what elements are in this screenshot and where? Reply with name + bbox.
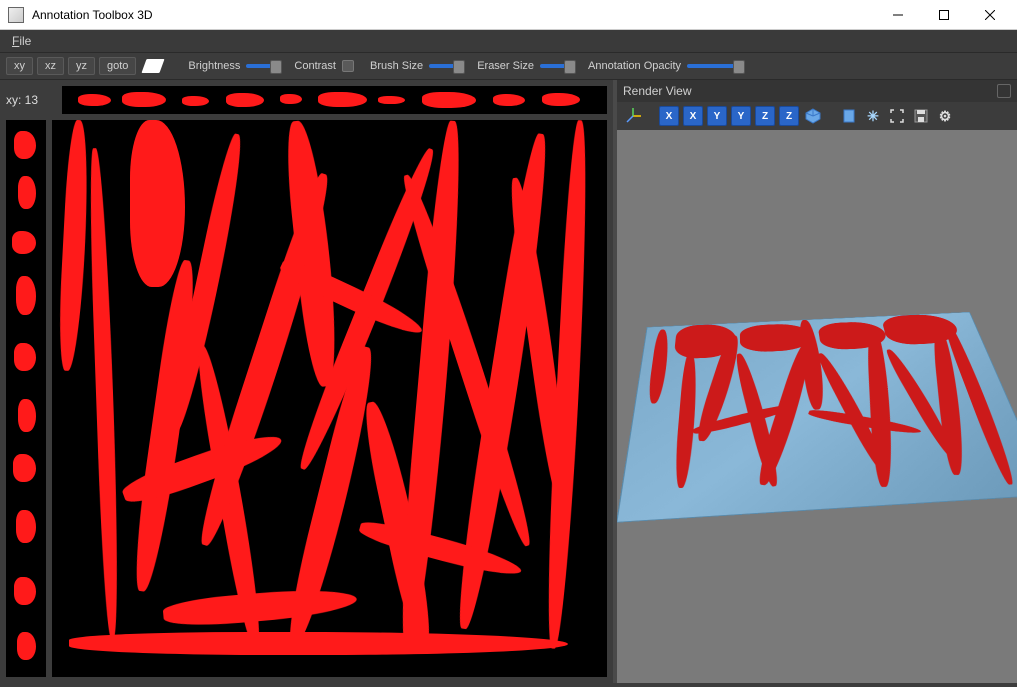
annotation-opacity-label: Annotation Opacity [588,60,681,72]
snowflake-icon[interactable]: ✳ [863,106,883,126]
fullscreen-button[interactable] [887,106,907,126]
xy-slice-view[interactable] [52,120,607,677]
window-title: Annotation Toolbox 3D [32,8,875,22]
brightness-slider[interactable] [246,64,278,68]
isometric-view-button[interactable] [803,106,823,126]
app-icon [8,7,24,23]
axis-z-minus-button[interactable]: Z [779,106,799,126]
view-xz-button[interactable]: xz [37,57,64,75]
brightness-label: Brightness [188,60,240,72]
slice-index-label: xy: 13 [6,93,56,107]
orientation-axes-icon[interactable] [623,106,643,126]
maximize-button[interactable] [921,0,967,30]
view-yz-button[interactable]: yz [68,57,95,75]
menu-file[interactable]: File [4,32,39,50]
fit-view-button[interactable] [839,106,859,126]
eraser-size-label: Eraser Size [477,60,534,72]
contrast-checkbox[interactable] [342,60,354,72]
panel-detach-button[interactable] [997,84,1011,98]
brush-size-label: Brush Size [370,60,423,72]
window-titlebar: Annotation Toolbox 3D [0,0,1017,30]
close-button[interactable] [967,0,1013,30]
render-volume-plane [617,312,1017,521]
xz-slice-view[interactable] [62,86,607,114]
menu-file-label: ile [19,34,31,48]
render-toolbar: X X Y Y Z Z ✳ ⚙ [617,102,1017,130]
axis-y-plus-button[interactable]: Y [707,106,727,126]
minimize-button[interactable] [875,0,921,30]
contrast-label: Contrast [294,60,336,72]
save-icon[interactable] [911,106,931,126]
axis-x-minus-button[interactable]: X [683,106,703,126]
settings-gear-icon[interactable]: ⚙ [935,106,955,126]
statusbar [0,683,1017,687]
render-pane: Render View X X Y Y Z Z [617,80,1017,683]
render-panel-title: Render View [623,84,691,98]
toolbar: xy xz yz goto Brightness Contrast Brush … [0,52,1017,80]
axis-x-plus-button[interactable]: X [659,106,679,126]
main-content: xy: 13 [0,80,1017,683]
slice-pane: xy: 13 [0,80,613,683]
render-3d-viewport[interactable] [617,130,1017,683]
axis-y-minus-button[interactable]: Y [731,106,751,126]
eraser-icon[interactable] [142,59,165,73]
annotation-opacity-slider[interactable] [687,64,741,68]
axis-z-plus-button[interactable]: Z [755,106,775,126]
goto-button[interactable]: goto [99,57,136,75]
yz-slice-view[interactable] [6,120,46,677]
brush-size-slider[interactable] [429,64,461,68]
view-xy-button[interactable]: xy [6,57,33,75]
render-panel-header: Render View [617,80,1017,102]
eraser-size-slider[interactable] [540,64,572,68]
menubar: File [0,30,1017,52]
